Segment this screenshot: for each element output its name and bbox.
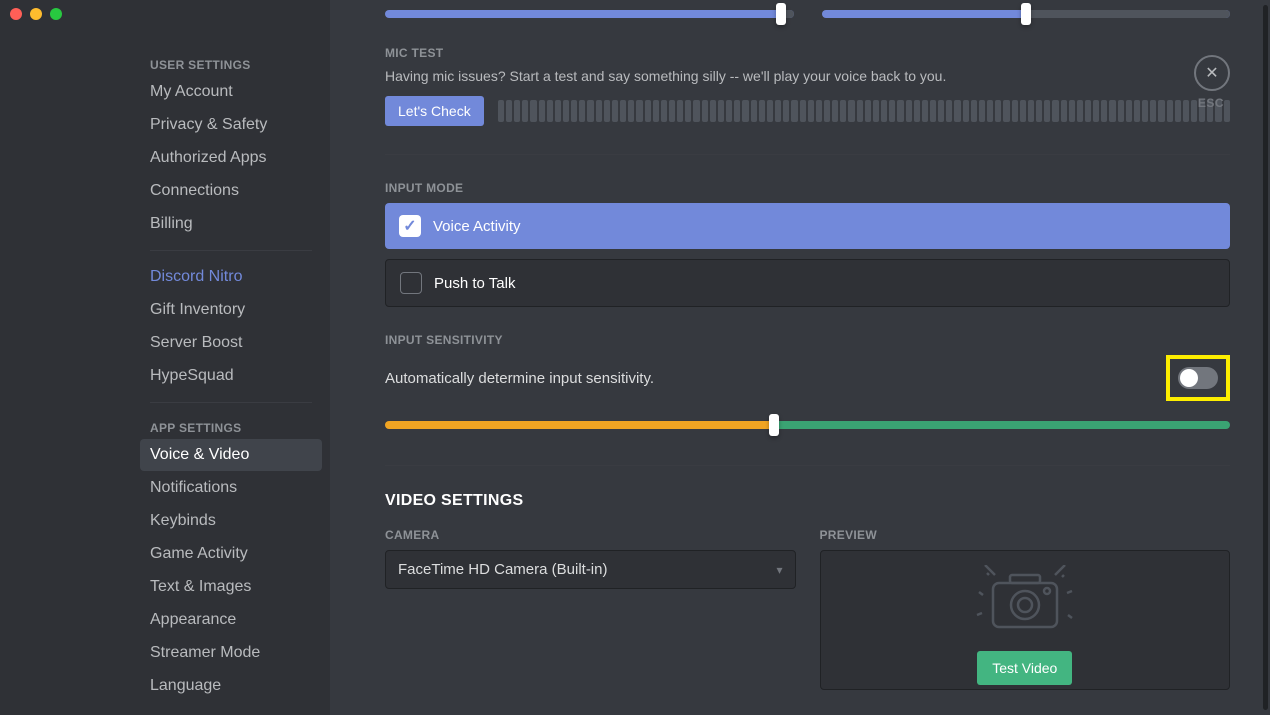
divider [385, 465, 1230, 466]
mic-test-meter [498, 100, 1230, 122]
sidebar-divider [150, 402, 312, 403]
sidebar-item-connections[interactable]: Connections [140, 175, 322, 207]
chevron-down-icon: ▾ [776, 563, 782, 577]
sidebar-item-language[interactable]: Language [140, 670, 322, 702]
auto-sensitivity-label: Automatically determine input sensitivit… [385, 370, 654, 387]
scrollbar[interactable] [1263, 5, 1268, 710]
video-settings-heading: VIDEO SETTINGS [385, 492, 1230, 510]
sidebar-item-text-images[interactable]: Text & Images [140, 571, 322, 603]
input-sensitivity-slider[interactable] [385, 421, 1230, 429]
camera-label: CAMERA [385, 528, 796, 542]
mic-test-heading: MIC TEST [385, 46, 1230, 60]
sidebar-item-server-boost[interactable]: Server Boost [140, 327, 322, 359]
output-volume-slider[interactable] [822, 10, 1231, 18]
sidebar-item-notifications[interactable]: Notifications [140, 472, 322, 504]
settings-content: MIC TEST Having mic issues? Start a test… [330, 0, 1270, 715]
input-sensitivity-heading: INPUT SENSITIVITY [385, 333, 1230, 347]
camera-select[interactable]: FaceTime HD Camera (Built-in) ▾ [385, 550, 796, 589]
sidebar-divider [150, 250, 312, 251]
input-mode-label: Push to Talk [434, 275, 515, 292]
window-traffic-lights [10, 8, 62, 20]
zoom-window-icon[interactable] [50, 8, 62, 20]
sidebar-item-my-account[interactable]: My Account [140, 76, 322, 108]
close-settings-button[interactable]: ✕ [1194, 55, 1230, 91]
input-mode-label: Voice Activity [433, 218, 521, 235]
close-window-icon[interactable] [10, 8, 22, 20]
highlight-annotation [1166, 355, 1230, 401]
sidebar-item-billing[interactable]: Billing [140, 208, 322, 240]
sidebar-item-voice-video[interactable]: Voice & Video [140, 439, 322, 471]
sidebar-item-appearance[interactable]: Appearance [140, 604, 322, 636]
sidebar-item-streamer-mode[interactable]: Streamer Mode [140, 637, 322, 669]
checkbox-unchecked-icon [400, 272, 422, 294]
auto-sensitivity-toggle[interactable] [1178, 367, 1218, 389]
test-video-button[interactable]: Test Video [977, 651, 1072, 685]
minimize-window-icon[interactable] [30, 8, 42, 20]
input-mode-heading: INPUT MODE [385, 181, 1230, 195]
input-mode-push-to-talk[interactable]: Push to Talk [385, 259, 1230, 307]
sidebar-item-game-activity[interactable]: Game Activity [140, 538, 322, 570]
sidebar-item-discord-nitro[interactable]: Discord Nitro [140, 261, 322, 293]
input-mode-voice-activity[interactable]: ✓ Voice Activity [385, 203, 1230, 249]
sidebar-item-keybinds[interactable]: Keybinds [140, 505, 322, 537]
camera-select-value: FaceTime HD Camera (Built-in) [398, 561, 607, 578]
sidebar-heading-app: APP SETTINGS [140, 413, 322, 439]
settings-sidebar: USER SETTINGS My Account Privacy & Safet… [0, 0, 330, 715]
checkbox-checked-icon: ✓ [399, 215, 421, 237]
preview-label: PREVIEW [820, 528, 1231, 542]
sidebar-item-authorized-apps[interactable]: Authorized Apps [140, 142, 322, 174]
esc-label: ESC [1198, 96, 1224, 110]
sidebar-item-gift-inventory[interactable]: Gift Inventory [140, 294, 322, 326]
mic-test-button[interactable]: Let's Check [385, 96, 484, 126]
sidebar-item-hypesquad[interactable]: HypeSquad [140, 360, 322, 392]
video-preview: Test Video [820, 550, 1231, 690]
divider [385, 154, 1230, 155]
sidebar-heading-user: USER SETTINGS [140, 50, 322, 76]
mic-test-description: Having mic issues? Start a test and say … [385, 68, 1230, 84]
close-icon: ✕ [1205, 63, 1218, 83]
input-volume-slider[interactable] [385, 10, 794, 18]
camera-icon [965, 565, 1085, 635]
sidebar-item-privacy-safety[interactable]: Privacy & Safety [140, 109, 322, 141]
